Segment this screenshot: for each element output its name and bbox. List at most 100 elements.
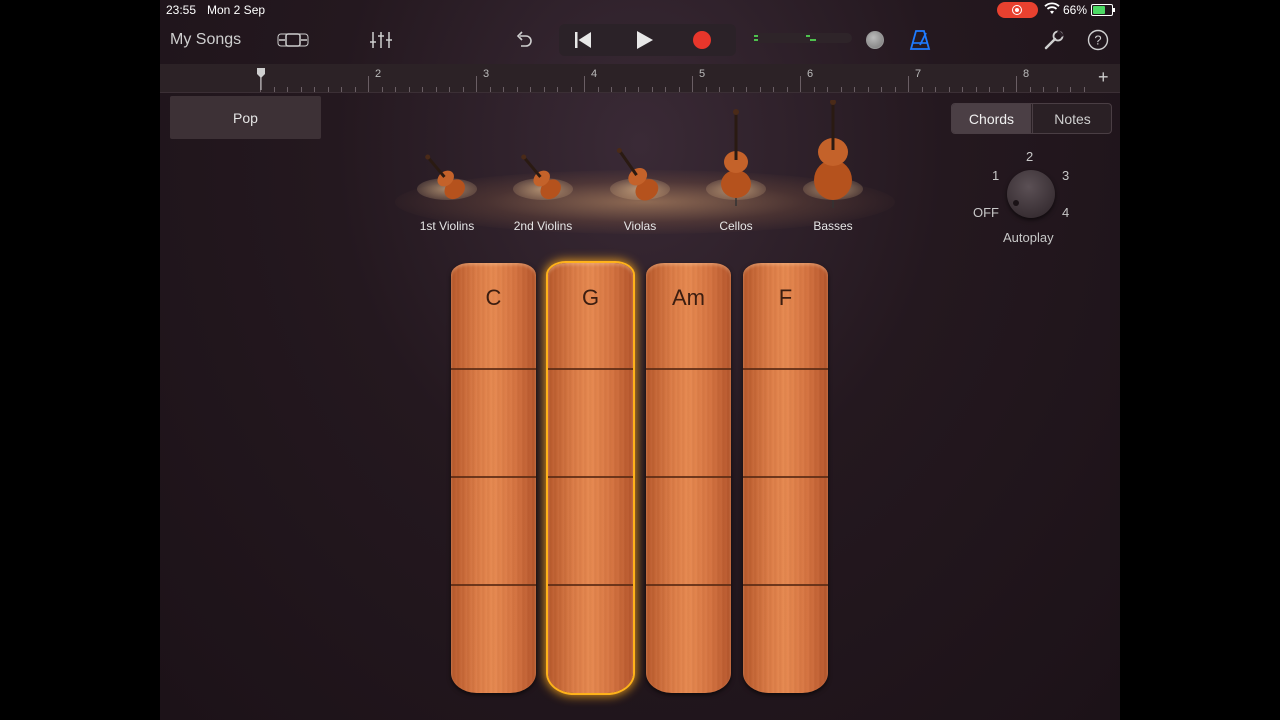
garageband-strings-screen: 23:55 Mon 2 Sep 66% My Songs ? 2 3 4 5 6…	[160, 0, 1120, 720]
ruler-tick	[597, 87, 599, 92]
ruler-tick	[341, 87, 342, 92]
ruler-tick	[773, 87, 774, 92]
ruler-tick	[894, 87, 896, 92]
chord-strip-c[interactable]: C	[451, 263, 536, 693]
instrument-label: 1st Violins	[419, 219, 475, 233]
ruler-tick	[543, 87, 545, 92]
ruler-tick	[408, 87, 410, 92]
ruler-tick	[813, 87, 815, 92]
ruler-tick	[449, 87, 450, 92]
ruler-tick	[1029, 87, 1031, 92]
chord-strip-f[interactable]: F	[743, 263, 828, 693]
ruler-bar-label: 8	[1023, 68, 1030, 80]
chords-notes-toggle: Chords Notes	[951, 103, 1112, 134]
chords-tab[interactable]: Chords	[952, 104, 1031, 133]
screen-recording-icon[interactable]	[997, 2, 1038, 18]
status-bar: 23:55 Mon 2 Sep 66%	[160, 0, 1120, 20]
ruler-bar-label: 7	[915, 68, 922, 80]
autoplay-position-4[interactable]: 4	[1062, 205, 1069, 220]
instrument-basses[interactable]: Basses	[785, 100, 881, 240]
wifi-icon	[1044, 2, 1060, 14]
ruler-tick	[759, 87, 761, 92]
rewind-icon[interactable]	[559, 24, 607, 56]
timeline-ruler[interactable]: 2 3 4 5 6 7 8 +	[160, 64, 1120, 93]
ruler-tick	[651, 87, 653, 92]
instrument-violas[interactable]: Violas	[592, 100, 688, 240]
ruler-tick	[584, 76, 585, 92]
instrument-label: 2nd Violins	[513, 219, 573, 233]
ruler-tick	[962, 87, 963, 92]
autoplay-position-2[interactable]: 2	[1026, 149, 1033, 164]
tracks-view-icon[interactable]	[277, 29, 309, 51]
ruler-tick	[935, 87, 936, 92]
instrument-label: Basses	[813, 219, 853, 233]
transport-controls	[559, 24, 736, 56]
chord-name: G	[581, 285, 600, 310]
status-time: 23:55	[166, 3, 197, 17]
ruler-tick	[287, 87, 288, 92]
ruler-tick	[489, 87, 491, 92]
ruler-tick	[354, 87, 356, 92]
undo-icon[interactable]	[512, 28, 536, 52]
ruler-tick	[908, 76, 909, 92]
help-icon[interactable]: ?	[1086, 28, 1110, 52]
instrument-1st-violins[interactable]: 1st Violins	[399, 100, 495, 240]
master-volume-knob[interactable]	[866, 31, 884, 49]
ruler-tick	[1002, 87, 1004, 92]
my-songs-button[interactable]: My Songs	[170, 31, 241, 49]
ruler-bar-label: 6	[807, 68, 814, 80]
ruler-tick	[665, 87, 666, 92]
viola-icon	[616, 148, 659, 201]
cello-icon	[721, 109, 751, 206]
instrument-2nd-violins[interactable]: 2nd Violins	[495, 100, 591, 240]
ruler-tick	[462, 87, 464, 92]
ruler-tick	[314, 87, 315, 92]
autoplay-knob[interactable]	[1007, 170, 1055, 218]
ruler-tick	[1083, 87, 1085, 92]
ruler-tick	[854, 87, 855, 92]
ruler-tick	[503, 87, 504, 92]
ruler-tick	[638, 87, 639, 92]
violin-icon	[521, 154, 561, 200]
ruler-tick	[435, 87, 437, 92]
metronome-icon[interactable]	[908, 28, 932, 52]
ruler-tick	[1043, 87, 1044, 92]
violin-icon	[425, 154, 465, 200]
ruler-bar-label: 4	[591, 68, 598, 80]
ruler-tick	[422, 87, 423, 92]
notes-tab[interactable]: Notes	[1032, 104, 1111, 133]
ruler-bar-label: 2	[375, 68, 382, 80]
add-section-icon[interactable]: +	[1098, 67, 1109, 88]
ruler-tick	[530, 87, 531, 92]
chord-strip-am[interactable]: Am	[646, 263, 731, 693]
ruler-tick	[678, 87, 680, 92]
ruler-tick	[516, 87, 518, 92]
chord-strip-g[interactable]: G	[548, 263, 633, 693]
record-icon[interactable]	[677, 24, 727, 56]
autoplay-position-off[interactable]: OFF	[973, 205, 999, 220]
ruler-tick	[692, 76, 693, 92]
play-icon[interactable]	[619, 24, 669, 56]
ruler-tick	[786, 87, 788, 92]
ruler-tick	[921, 87, 923, 92]
chord-name: C	[485, 285, 502, 310]
ruler-tick	[570, 87, 572, 92]
ruler-tick	[867, 87, 869, 92]
autoplay-position-3[interactable]: 3	[1062, 168, 1069, 183]
ruler-tick	[368, 76, 369, 92]
mixer-icon[interactable]	[368, 28, 394, 52]
autoplay-position-1[interactable]: 1	[992, 168, 999, 183]
instrument-cellos[interactable]: Cellos	[688, 100, 784, 240]
ruler-tick	[827, 87, 828, 92]
ruler-tick	[557, 87, 558, 92]
ruler-tick	[975, 87, 977, 92]
ruler-tick	[1016, 76, 1017, 92]
instrument-label: Cellos	[719, 219, 753, 233]
playhead-icon[interactable]	[257, 68, 265, 90]
preset-pop-button[interactable]: Pop	[170, 96, 321, 139]
settings-wrench-icon[interactable]	[1042, 28, 1066, 52]
double-bass-icon	[814, 100, 852, 208]
battery-icon	[1091, 4, 1115, 16]
ruler-tick	[624, 87, 626, 92]
ruler-bar-label: 5	[699, 68, 706, 80]
